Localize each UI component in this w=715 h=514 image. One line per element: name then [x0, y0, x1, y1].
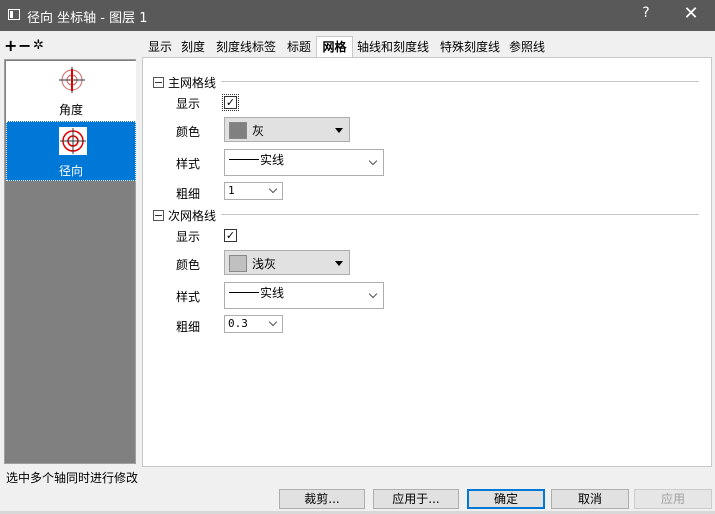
chevron-down-icon [368, 156, 378, 166]
color-label: 颜色 [176, 258, 201, 272]
angle-axis-icon [59, 67, 85, 93]
tab-scale[interactable]: 刻度 [178, 38, 208, 58]
dropdown-arrow-icon [335, 128, 343, 133]
dropdown-arrow-icon [335, 261, 343, 266]
divider [221, 214, 699, 215]
color-label: 颜色 [176, 125, 201, 139]
width-label: 粗细 [176, 320, 201, 334]
window-icon [8, 9, 20, 20]
tab-tick-labels[interactable]: 刻度线标签 [213, 38, 279, 58]
major-color-select[interactable]: 灰 [224, 117, 350, 142]
minor-grid-group-header[interactable]: 次网格线 [153, 207, 216, 224]
style-label: 样式 [176, 157, 201, 171]
tab-grids[interactable]: 网格 [316, 36, 353, 58]
group-title: 次网格线 [168, 209, 217, 223]
tab-reference-lines[interactable]: 参照线 [506, 38, 548, 58]
sidebar-item-label: 径向 [58, 164, 83, 178]
grids-panel: 主网格线 显示 ✓ 颜色 灰 样式 实线 粗细 1 次网格线 显示 ✓ 颜色 浅… [142, 57, 712, 467]
show-label: 显示 [176, 230, 201, 244]
major-style-select[interactable]: 实线 [224, 149, 384, 176]
line-style-preview [229, 292, 259, 293]
apply-to-button[interactable]: 应用于... [373, 489, 459, 509]
sidebar-item-angle[interactable]: 角度 [6, 61, 136, 121]
minor-show-checkbox[interactable]: ✓ [224, 229, 237, 242]
radial-axis-icon [59, 127, 87, 155]
title-bar: 径向 坐标轴 - 图层 1 ? ✕ [0, 0, 715, 31]
show-label: 显示 [176, 97, 201, 111]
settings-icon[interactable]: ✲ [33, 38, 44, 54]
style-value: 实线 [260, 153, 285, 167]
cancel-button[interactable]: 取消 [551, 489, 629, 509]
apply-button[interactable]: 应用 [634, 489, 712, 509]
line-style-preview [229, 159, 259, 160]
chevron-down-icon [268, 317, 278, 327]
width-label: 粗细 [176, 187, 201, 201]
style-label: 样式 [176, 290, 201, 304]
style-value: 实线 [260, 286, 285, 300]
ok-button[interactable]: 确定 [467, 489, 545, 509]
sidebar-item-radial[interactable]: 径向 [6, 121, 136, 181]
color-swatch [229, 122, 247, 139]
width-value: 1 [228, 184, 235, 197]
close-button[interactable]: ✕ [680, 3, 702, 24]
help-button[interactable]: ? [636, 5, 656, 21]
status-text: 选中多个轴同时进行修改 [6, 471, 139, 485]
major-width-select[interactable]: 1 [224, 182, 283, 200]
tab-title[interactable]: 标题 [284, 38, 314, 58]
collapse-icon[interactable] [153, 210, 164, 221]
major-show-checkbox[interactable]: ✓ [222, 94, 239, 111]
color-value: 灰 [252, 124, 265, 138]
major-grid-group-header[interactable]: 主网格线 [153, 74, 216, 91]
window-title: 径向 坐标轴 - 图层 1 [27, 11, 148, 26]
divider [221, 81, 699, 82]
collapse-icon[interactable] [153, 77, 164, 88]
crop-button[interactable]: 裁剪... [279, 489, 365, 509]
color-value: 浅灰 [252, 257, 277, 271]
tab-special-ticks[interactable]: 特殊刻度线 [437, 38, 503, 58]
minor-color-select[interactable]: 浅灰 [224, 250, 350, 275]
axis-list: 角度 径向 [4, 59, 136, 464]
remove-icon[interactable]: − [18, 38, 31, 54]
width-value: 0.3 [228, 317, 248, 330]
minor-style-select[interactable]: 实线 [224, 282, 384, 309]
tab-line-and-ticks[interactable]: 轴线和刻度线 [354, 38, 432, 58]
sidebar-item-label: 角度 [58, 103, 83, 117]
minor-width-select[interactable]: 0.3 [224, 315, 283, 333]
group-title: 主网格线 [168, 76, 217, 90]
chevron-down-icon [368, 289, 378, 299]
chevron-down-icon [268, 184, 278, 194]
add-icon[interactable]: + [4, 38, 17, 54]
tab-display[interactable]: 显示 [145, 38, 175, 58]
color-swatch [229, 255, 247, 272]
